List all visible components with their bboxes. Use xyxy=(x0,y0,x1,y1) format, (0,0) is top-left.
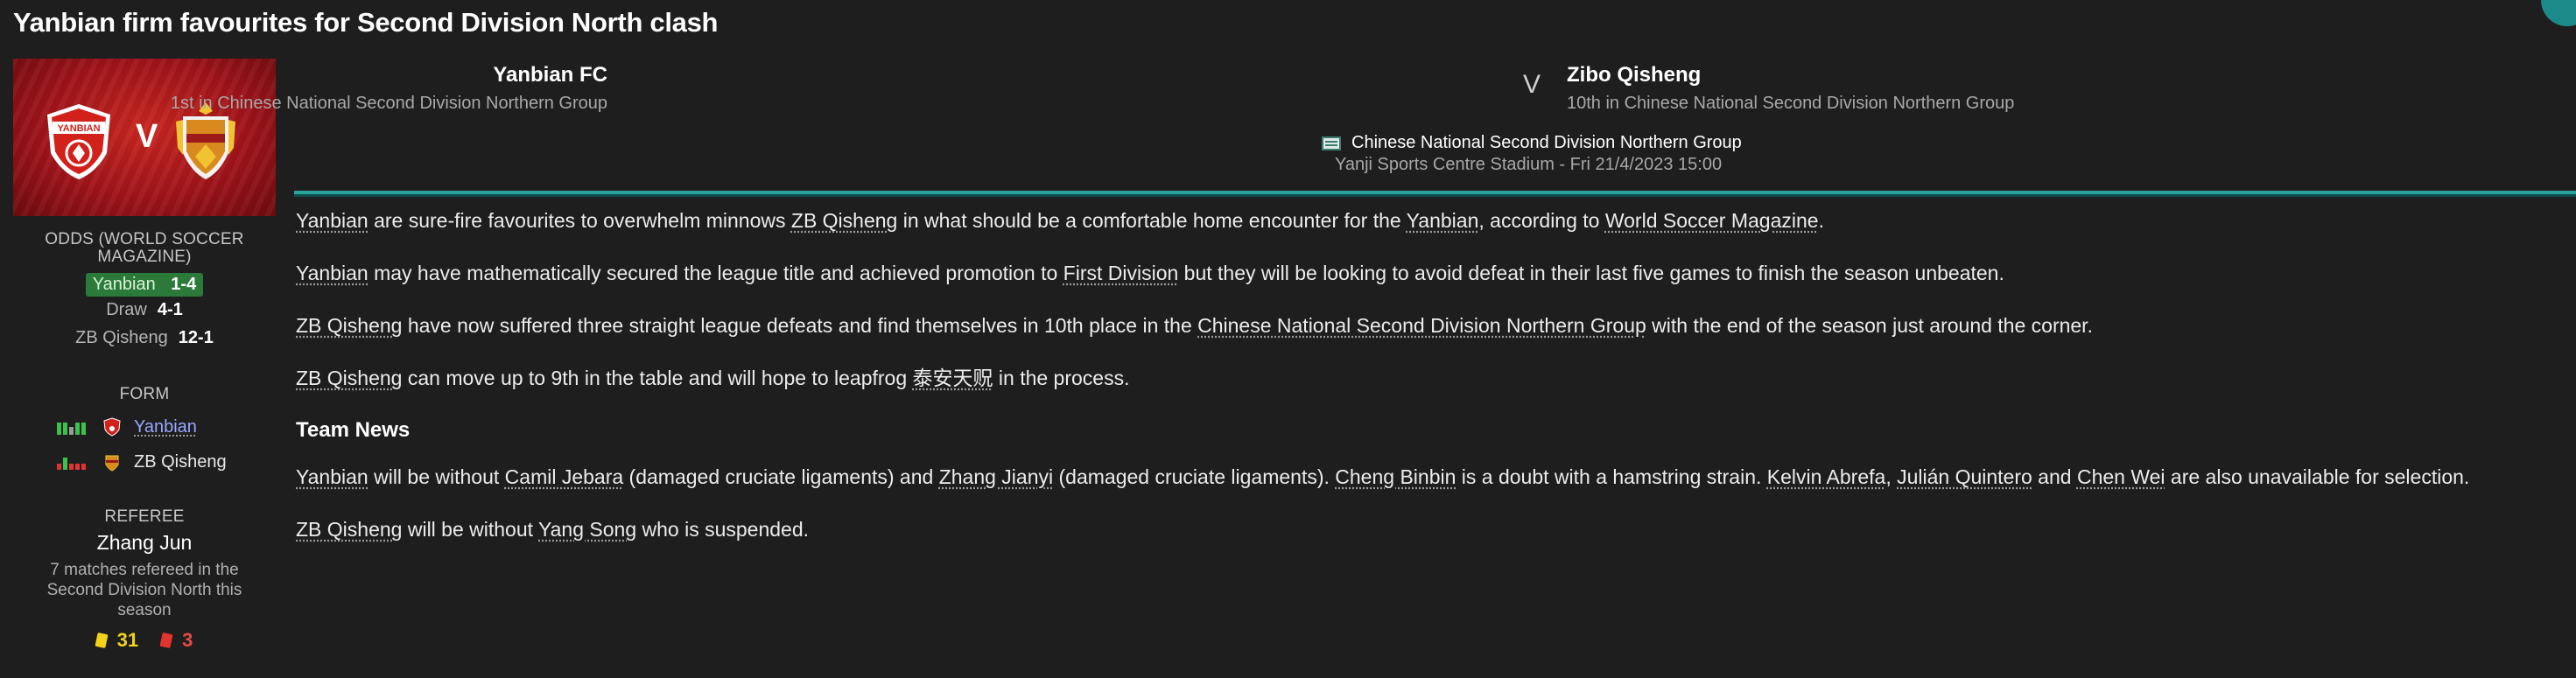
link-taian-tiankuang[interactable]: 泰安天贶 xyxy=(913,367,993,389)
form-result-bar xyxy=(81,464,86,470)
corner-accent xyxy=(2541,0,2576,26)
odds-draw-label: Draw xyxy=(106,299,147,319)
odds-row-draw: Draw 4-1 xyxy=(13,297,276,322)
link-zb-qisheng[interactable]: ZB Qisheng xyxy=(791,209,897,232)
form-bars-away xyxy=(57,454,92,470)
referee-title: REFEREE xyxy=(104,507,185,526)
home-team-name[interactable]: Yanbian FC xyxy=(82,63,607,87)
referee-cards: 31 3 xyxy=(13,629,276,652)
competition-name[interactable]: Chinese National Second Division Norther… xyxy=(1351,133,1742,153)
odds-row-away: ZB Qisheng 12-1 xyxy=(13,325,276,350)
form-result-bar xyxy=(57,464,61,470)
competition-flag-icon xyxy=(1322,136,1341,150)
article-paragraph-1: Yanbian are sure-fire favourites to over… xyxy=(296,209,1824,232)
form-bars-home xyxy=(57,419,92,435)
odds-away-label: ZB Qisheng xyxy=(75,327,168,347)
link-player[interactable]: Kelvin Abrefa xyxy=(1767,465,1886,488)
article-body: Yanbian are sure-fire favourites to over… xyxy=(296,203,2572,564)
match-vs: V xyxy=(1523,70,1541,99)
article-paragraph-5: Yanbian will be without Camil Jebara (da… xyxy=(296,465,2470,488)
form-result-bar xyxy=(69,464,74,470)
form-team-home[interactable]: Yanbian xyxy=(134,417,197,437)
form-result-bar xyxy=(81,423,86,435)
link-zb-qisheng[interactable]: ZB Qisheng xyxy=(296,518,402,541)
link-world-soccer-magazine[interactable]: World Soccer Magazine xyxy=(1605,209,1819,232)
banner-vs: V xyxy=(136,118,158,155)
red-card-icon xyxy=(159,632,173,649)
form-row-away[interactable]: ZB Qisheng xyxy=(13,450,276,474)
yellow-card-icon xyxy=(95,632,109,649)
odds-home-value: 1-4 xyxy=(171,274,197,294)
home-team-position: 1st in Chinese National Second Division … xyxy=(170,94,607,113)
article-paragraph-2: Yanbian may have mathematically secured … xyxy=(296,262,2004,284)
link-player[interactable]: Chen Wei xyxy=(2077,465,2165,488)
venue-and-date: Yanji Sports Centre Stadium - Fri 21/4/2… xyxy=(1335,155,1723,174)
link-zb-qisheng[interactable]: ZB Qisheng xyxy=(296,367,402,389)
article-paragraph-6: ZB Qisheng will be without Yang Song who… xyxy=(296,518,810,541)
link-competition[interactable]: Chinese National Second Division Norther… xyxy=(1197,314,1646,337)
form-result-bar xyxy=(63,458,67,470)
link-yanbian[interactable]: Yanbian xyxy=(296,209,369,232)
link-yanbian[interactable]: Yanbian xyxy=(1407,209,1479,232)
form-title: FORM xyxy=(119,385,170,403)
red-card-count: 3 xyxy=(182,629,193,651)
link-player[interactable]: Camil Jebara xyxy=(505,465,624,488)
svg-text:YANBIAN: YANBIAN xyxy=(57,123,100,134)
form-result-bar xyxy=(69,427,74,435)
link-player[interactable]: Yang Song xyxy=(538,518,636,541)
odds-favourite-badge: Yanbian 1-4 xyxy=(85,272,204,297)
link-yanbian[interactable]: Yanbian xyxy=(296,262,369,284)
odds-title: ODDS (WORLD SOCCER MAGAZINE) xyxy=(45,230,244,266)
form-row-home[interactable]: Yanbian xyxy=(13,415,276,439)
yanbian-small-crest-icon xyxy=(103,417,121,437)
odds-home-label: Yanbian xyxy=(92,274,156,294)
yellow-card-count: 31 xyxy=(116,629,139,651)
header-divider xyxy=(294,191,2576,194)
away-team-block[interactable]: Zibo Qisheng 10th in Chinese National Se… xyxy=(1567,63,2092,114)
page-title: Yanbian firm favourites for Second Divis… xyxy=(13,7,719,38)
news-article-page: Yanbian firm favourites for Second Divis… xyxy=(0,0,2576,678)
odds-row-home: Yanbian 1-4 xyxy=(13,269,276,297)
link-player[interactable]: Julián Quintero xyxy=(1897,465,2032,488)
article-paragraph-4: ZB Qisheng can move up to 9th in the tab… xyxy=(296,367,1130,389)
yanbian-crest-icon: YANBIAN xyxy=(47,104,110,179)
away-team-name[interactable]: Zibo Qisheng xyxy=(1567,63,2092,87)
team-news-heading: Team News xyxy=(296,418,411,442)
odds-draw-value: 4-1 xyxy=(157,299,183,319)
home-team-block[interactable]: Yanbian FC 1st in Chinese National Secon… xyxy=(82,63,607,114)
form-team-away[interactable]: ZB Qisheng xyxy=(134,452,227,472)
competition-line[interactable]: Chinese National Second Division Norther… xyxy=(1322,133,1742,153)
odds-away-value: 12-1 xyxy=(178,327,214,347)
link-yanbian[interactable]: Yanbian xyxy=(296,465,369,488)
zibo-qisheng-crest-icon xyxy=(176,102,235,179)
referee-note: 7 matches refereed in the Second Divisio… xyxy=(46,561,242,619)
link-zb-qisheng[interactable]: ZB Qisheng xyxy=(296,314,402,337)
link-first-division[interactable]: First Division xyxy=(1063,262,1179,284)
link-player[interactable]: Cheng Binbin xyxy=(1335,465,1456,488)
form-result-bar xyxy=(75,423,80,435)
away-team-position: 10th in Chinese National Second Division… xyxy=(1567,94,2015,113)
link-player[interactable]: Zhang Jianyi xyxy=(939,465,1053,488)
referee-name[interactable]: Zhang Jun xyxy=(13,531,276,555)
form-result-bar xyxy=(57,423,61,435)
zibo-qisheng-small-crest-icon xyxy=(105,455,119,472)
match-sidebar: YANBIAN V ODDS (WORLD SOCCER MAGAZINE) Y… xyxy=(13,59,276,652)
article-paragraph-3: ZB Qisheng have now suffered three strai… xyxy=(296,314,2093,337)
form-result-bar xyxy=(63,423,67,435)
form-result-bar xyxy=(75,464,80,470)
